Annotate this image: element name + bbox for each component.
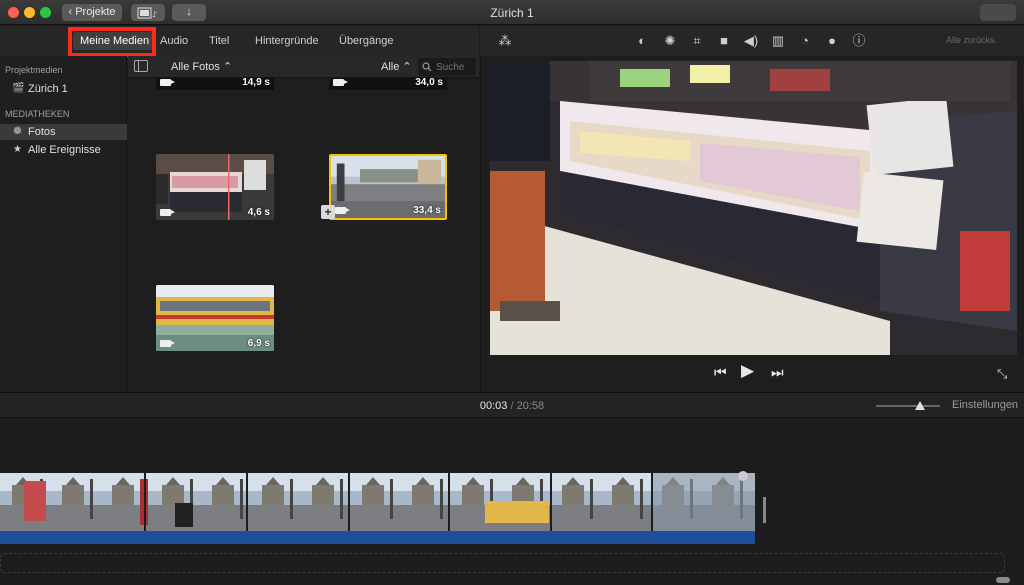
magic-wand-icon[interactable]: ⁂: [497, 33, 513, 49]
video-camera-icon: [335, 207, 350, 214]
add-to-timeline-button[interactable]: +: [321, 205, 335, 219]
viewer: ⏮ ▶ ⏭ ⤡: [480, 56, 1024, 392]
tab-uebergaenge[interactable]: Übergänge: [339, 35, 393, 47]
skip-forward-button[interactable]: ⏭: [771, 364, 784, 381]
clip-filter-select[interactable]: Alle ⌃: [381, 60, 412, 73]
info-icon[interactable]: ⓘ: [851, 33, 867, 49]
updown-chevron-icon: ⌃: [402, 61, 412, 73]
photos-filter-select[interactable]: Alle Fotos ⌃: [171, 60, 232, 73]
skip-back-button[interactable]: ⏮: [714, 364, 727, 381]
clip-end-handle[interactable]: [763, 497, 766, 523]
video-camera-icon: [160, 209, 175, 216]
title-bar: ‹ Projekte ♪ ↓ Zürich 1: [0, 0, 1024, 25]
video-track[interactable]: [0, 473, 755, 531]
search-icon: [422, 62, 432, 72]
video-camera-icon: [160, 79, 175, 86]
zoom-slider-track[interactable]: [876, 405, 940, 407]
fullscreen-icon[interactable]: ⤡: [997, 366, 1007, 382]
reset-all-button[interactable]: Alle zurücks.: [946, 35, 997, 45]
sidebar-toggle-button[interactable]: [134, 60, 148, 72]
tab-audio[interactable]: Audio: [160, 35, 188, 47]
filter-circles-icon[interactable]: ●: [824, 33, 840, 49]
sidebar-heading-libraries: MEDIATHEKEN: [5, 109, 70, 119]
library-sidebar: Projektmedien 🎬 Zürich 1 MEDIATHEKEN ❁ F…: [0, 56, 127, 392]
deli-counter-frame: [490, 61, 1017, 355]
color-balance-icon[interactable]: ◐: [634, 33, 650, 49]
search-input[interactable]: [436, 60, 474, 74]
zoom-slider-handle[interactable]: [915, 401, 925, 410]
clip-thumbnail-5[interactable]: 6,9 s: [156, 285, 274, 351]
search-field[interactable]: [418, 58, 476, 76]
play-button[interactable]: ▶: [741, 361, 754, 381]
sidebar-item-fotos[interactable]: ❁ Fotos: [0, 124, 127, 140]
star-icon: ★: [13, 144, 22, 155]
stabilization-camera-icon[interactable]: ■: [716, 33, 732, 49]
background-music-well[interactable]: [0, 553, 1005, 573]
share-button[interactable]: [980, 4, 1016, 21]
crop-icon[interactable]: ⌗: [689, 33, 705, 49]
window-title: Zürich 1: [490, 6, 534, 20]
speed-gauge-icon[interactable]: ◔: [797, 33, 813, 49]
sidebar-item-project[interactable]: 🎬 Zürich 1: [0, 81, 127, 97]
filmstrip: [0, 473, 755, 531]
clip-thumbnail-2[interactable]: 34,0 s: [329, 78, 447, 90]
video-camera-icon: [333, 79, 348, 86]
settings-button[interactable]: Einstellungen: [952, 399, 1018, 411]
media-browser: 14,9 s 34,0 s 4,6 s 33,4 s + 6,9 s: [128, 78, 479, 392]
color-palette-icon[interactable]: ✺: [662, 33, 678, 49]
audio-track[interactable]: [0, 531, 755, 544]
browser-filter-bar: Alle Fotos ⌃ Alle ⌃: [128, 56, 479, 78]
video-preview: [490, 61, 1017, 355]
clip-thumbnail-4[interactable]: 33,4 s: [329, 154, 447, 220]
timeline-header: 00:03 / 20:58 Einstellungen: [0, 392, 1024, 418]
sidebar-heading-projects: Projektmedien: [5, 65, 63, 75]
equalizer-icon[interactable]: ▥: [770, 33, 786, 49]
tab-titel[interactable]: Titel: [209, 35, 229, 47]
tab-hintergruende[interactable]: Hintergründe: [255, 35, 319, 47]
video-camera-icon: [160, 340, 175, 347]
clip-thumbnail-3[interactable]: 4,6 s: [156, 154, 274, 220]
highlight-box: [68, 27, 156, 57]
photos-icon: ❁: [13, 126, 22, 137]
sidebar-item-all-events[interactable]: ★ Alle Ereignisse: [0, 142, 127, 158]
timeline-scrollbar[interactable]: [996, 577, 1010, 583]
clapperboard-icon: 🎬: [12, 83, 25, 94]
remove-clip-icon[interactable]: [738, 471, 748, 481]
viewer-toolbar: ⁂ ◐ ✺ ⌗ ■ ◀) ▥ ◔ ● ⓘ Alle zurücks.: [480, 26, 1024, 56]
clip-thumbnail-1[interactable]: 14,9 s: [156, 78, 274, 90]
volume-icon[interactable]: ◀): [743, 33, 759, 49]
updown-chevron-icon: ⌃: [222, 61, 233, 73]
timecode: 00:03 / 20:58: [479, 400, 545, 412]
timeline: [0, 419, 1024, 585]
